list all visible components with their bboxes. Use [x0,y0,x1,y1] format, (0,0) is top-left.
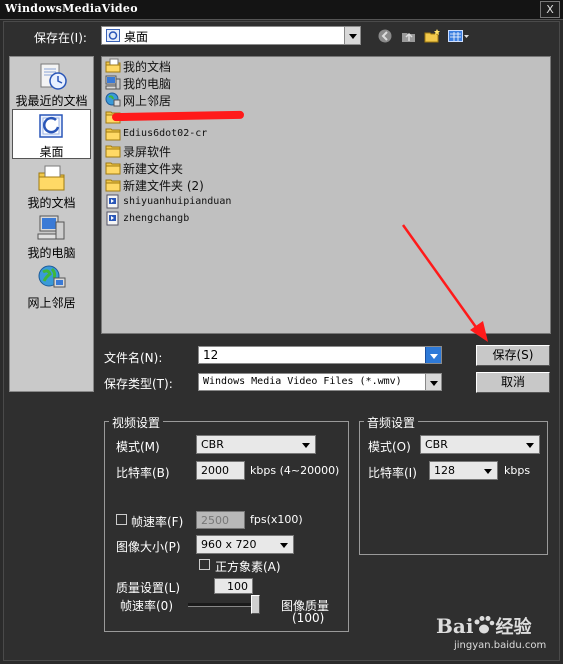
image-size-select[interactable]: 960 x 720 [196,535,294,554]
filetype-select[interactable]: Windows Media Video Files (*.wmv) [198,373,442,391]
sidebar-item-my-documents[interactable]: 我的文档 [12,161,91,211]
file-name: zhengchangb [123,213,190,224]
filename-value: 12 [203,348,219,362]
network-icon [38,265,65,288]
chevron-down-icon[interactable] [425,347,441,363]
audio-bitrate-label: 比特率(I) [368,466,417,480]
framerate-input[interactable]: 2500 [196,511,245,529]
save-in-value: 桌面 [124,30,149,44]
folder-icon [105,128,121,141]
chevron-down-icon[interactable] [425,374,441,390]
paw-icon [474,616,495,634]
filename-field[interactable]: 12 [198,346,442,364]
quality-slider-thumb[interactable] [251,595,260,614]
video-settings-title: 视频设置 [109,414,164,431]
window-title: WindowsMediaVideo [5,2,138,15]
chevron-down-icon [280,543,288,548]
filetype-label: 保存类型(T): [104,377,173,391]
audio-mode-label: 模式(O) [368,440,411,454]
filetype-value: Windows Media Video Files (*.wmv) [203,376,402,387]
network-icon [105,92,121,107]
quality-input[interactable]: 100 [214,578,253,594]
sidebar-item-label: 我的文档 [27,196,76,210]
audio-mode-select[interactable]: CBR [420,435,540,454]
audio-mode-value: CBR [425,438,448,451]
chevron-down-icon [526,443,534,448]
sidebar-item-label: 桌面 [39,145,64,159]
recent-documents-icon [40,63,67,90]
slider-left-label: 帧速率(0) [120,599,173,613]
chevron-down-icon [484,469,492,474]
image-size-label: 图像大小(P) [116,540,181,554]
new-folder-icon[interactable] [424,29,441,46]
video-bitrate-value: 2000 [201,464,229,477]
slider-right-value: (100) [292,611,325,625]
sidebar-item-label: 我最近的文档 [15,94,88,108]
sidebar-item-label: 网上邻居 [27,296,76,310]
cancel-button[interactable]: 取消 [476,372,550,393]
save-button[interactable]: 保存(S) [476,345,550,366]
back-arrow-icon[interactable] [378,29,392,46]
quality-label: 质量设置(L) [116,581,181,595]
video-mode-value: CBR [201,438,224,451]
annotation-arrow-icon [401,224,488,342]
file-name: shiyuanhuipianduan [123,196,232,207]
image-size-value: 960 x 720 [201,538,257,551]
square-pixel-label: 正方象素(A) [215,560,281,574]
wmv-file-icon [106,194,119,209]
folder-icon [105,145,121,158]
sidebar-item-label: 我的电脑 [27,246,76,260]
file-name: 新建文件夹 [123,162,184,176]
watermark-suffix: 经验 [495,617,532,638]
desktop-icon [38,114,63,138]
up-folder-icon[interactable] [401,29,417,46]
framerate-value: 2500 [201,514,229,527]
filename-label: 文件名(N): [104,351,163,365]
video-bitrate-input[interactable]: 2000 [196,461,245,480]
audio-bitrate-unit: kbps [504,464,531,477]
framerate-unit: fps(x100) [250,513,303,526]
sidebar-item-desktop[interactable]: 桌面 [12,109,91,159]
my-documents-icon [105,58,121,73]
save-in-label: 保存在(I): [34,31,87,45]
audio-bitrate-value: 128 [434,464,455,477]
file-name: 录屏软件 [123,145,172,159]
file-name: 我的电脑 [123,77,172,91]
quality-slider-track[interactable] [188,603,260,607]
save-in-combo[interactable]: 桌面 [101,26,361,45]
sidebar-item-network[interactable]: 网上邻居 [12,261,91,311]
sidebar-item-recent[interactable]: 我最近的文档 [12,59,91,109]
view-menu-icon[interactable] [448,29,470,46]
square-pixel-checkbox[interactable] [199,559,210,570]
sidebar-item-my-computer[interactable]: 我的电脑 [12,211,91,261]
quality-value: 100 [227,580,248,593]
video-bitrate-label: 比特率(B) [116,466,170,480]
my-documents-icon [38,165,64,191]
file-name: Edius6dot02-cr [123,128,208,139]
wmv-file-icon [106,211,119,226]
watermark-url: jingyan.baidu.com [454,640,547,651]
watermark-brand: Bai 经验 [436,614,532,638]
file-name: 新建文件夹 (2) [123,179,204,193]
folder-icon [105,179,121,192]
chevron-down-icon[interactable] [344,27,360,44]
places-sidebar: 我最近的文档 桌面 我的文档 我的电脑 网上邻居 [9,56,94,392]
desktop-small-icon [106,29,120,45]
framerate-label: 帧速率(F) [131,515,184,529]
my-computer-icon [37,215,64,240]
audio-bitrate-select[interactable]: 128 [429,461,498,480]
video-bitrate-unit: kbps (4~20000) [250,464,340,477]
file-name: 网上邻居 [123,94,172,108]
video-mode-label: 模式(M) [116,440,160,454]
audio-settings-title: 音频设置 [364,414,419,431]
framerate-checkbox[interactable] [116,514,127,525]
folder-icon [105,162,121,175]
my-computer-icon [105,75,121,90]
close-button[interactable]: X [540,1,560,18]
chevron-down-icon [302,443,310,448]
file-name: 我的文档 [123,60,172,74]
video-mode-select[interactable]: CBR [196,435,316,454]
